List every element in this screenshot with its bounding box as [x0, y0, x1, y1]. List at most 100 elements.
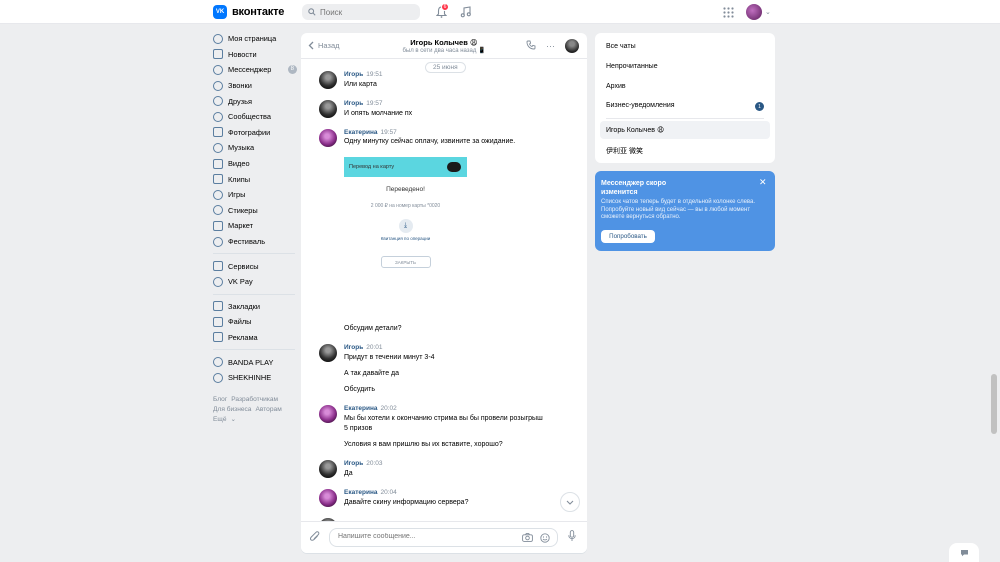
ads-icon: [213, 332, 223, 343]
avatar[interactable]: [319, 460, 337, 478]
message-icon: [213, 64, 223, 75]
avatar[interactable]: [319, 344, 337, 362]
footer-authors-link[interactable]: Авторам: [255, 406, 281, 413]
scroll-down-button[interactable]: [560, 492, 580, 512]
message-time: 19:57: [380, 129, 397, 136]
clips-icon: [213, 174, 223, 185]
nav-friends[interactable]: Друзья: [213, 93, 297, 109]
nav-banda-play[interactable]: BANDA PLAY: [213, 354, 297, 370]
footer-blog-link[interactable]: Блог: [213, 396, 227, 403]
chat-header: Назад Игорь Колычев 😩 был в сети два час…: [301, 33, 587, 59]
nav-vkpay[interactable]: VK Pay: [213, 274, 297, 290]
chat-bubble-icon[interactable]: [949, 543, 979, 562]
receipt-header: Перевод на карту: [344, 157, 467, 177]
music-note-icon[interactable]: [458, 5, 472, 19]
search-input[interactable]: [320, 7, 410, 17]
filter-all-chats[interactable]: Все чаты: [606, 43, 636, 50]
message-author[interactable]: Екатерина: [344, 405, 378, 412]
chat-header-actions: ···: [526, 39, 579, 53]
message-time: 20:02: [380, 405, 397, 412]
nav-photos[interactable]: Фотографии: [213, 125, 297, 141]
chat-list-item[interactable]: 伊利亚 微笑: [606, 146, 643, 156]
nav-bookmarks[interactable]: Закладки: [213, 299, 297, 315]
microphone-icon[interactable]: [568, 530, 576, 545]
page-scrollbar[interactable]: [991, 374, 997, 434]
message-author[interactable]: Игорь: [344, 460, 363, 467]
nav-music[interactable]: Музыка: [213, 140, 297, 156]
peer-avatar[interactable]: [565, 39, 579, 53]
close-icon[interactable]: ✕: [759, 177, 767, 188]
panel-divider: [606, 118, 764, 119]
paperclip-icon[interactable]: [310, 531, 320, 546]
community-icon: [213, 372, 223, 383]
message-time: 20:03: [366, 460, 383, 467]
chat-panel: Назад Игорь Колычев 😩 был в сети два час…: [301, 33, 587, 553]
filter-unread[interactable]: Непрочитанные: [606, 63, 658, 70]
chevron-down-icon[interactable]: ⌄: [765, 8, 771, 16]
nav-festival[interactable]: Фестиваль: [213, 234, 297, 250]
message-author[interactable]: Игорь: [344, 71, 363, 78]
nav-my-page[interactable]: Моя страница: [213, 31, 297, 47]
more-dots-icon[interactable]: ···: [546, 41, 555, 51]
vk-logo[interactable]: VK вконтакте: [213, 5, 284, 19]
avatar[interactable]: [319, 405, 337, 423]
message-text: Да: [344, 470, 353, 477]
payment-receipt-image[interactable]: Перевод на карту Переведено! 2 000 ₽ на …: [344, 157, 467, 268]
nav-communities[interactable]: Сообщества: [213, 109, 297, 125]
nav-market[interactable]: Маркет: [213, 218, 297, 234]
message-time: 20:04: [380, 489, 397, 496]
avatar[interactable]: [319, 100, 337, 118]
festival-icon: [213, 236, 223, 247]
avatar[interactable]: [319, 129, 337, 147]
chevron-down-icon: [566, 500, 574, 505]
nav-calls[interactable]: Звонки: [213, 78, 297, 94]
nav-messenger[interactable]: Мессенджер 8: [213, 62, 297, 78]
avatar[interactable]: [319, 489, 337, 507]
footer-business-link[interactable]: Для бизнеса: [213, 406, 251, 413]
nav-shekhinhe[interactable]: SHEKHINHE: [213, 370, 297, 386]
nav-ads[interactable]: Реклама: [213, 330, 297, 346]
nav-clips[interactable]: Клипы: [213, 171, 297, 187]
message-input-box[interactable]: [329, 528, 558, 547]
chevron-down-icon: ⌄: [230, 416, 237, 424]
nav-video[interactable]: Видео: [213, 156, 297, 172]
message-text: Одну минутку сейчас оплачу, извините за …: [344, 138, 516, 145]
promo-text: Список чатов теперь будет в отдельной ко…: [601, 199, 756, 220]
chat-filter-panel: Все чаты Непрочитанные Архив Бизнес-увед…: [595, 33, 775, 163]
nav-services[interactable]: Сервисы: [213, 258, 297, 274]
download-icon: ⤓: [398, 219, 413, 233]
music-icon: [213, 142, 223, 153]
search-box[interactable]: [302, 4, 420, 20]
camera-icon[interactable]: [522, 533, 533, 544]
bookmark-icon: [213, 301, 223, 312]
footer-dev-link[interactable]: Разработчикам: [231, 396, 278, 403]
filter-business-notifications[interactable]: Бизнес-уведомления: [606, 102, 675, 109]
filter-archive[interactable]: Архив: [606, 83, 626, 90]
communities-icon: [213, 111, 223, 122]
vk-logo-mark: VK: [213, 5, 227, 19]
avatar[interactable]: [319, 71, 337, 89]
nav-games[interactable]: Игры: [213, 187, 297, 203]
phone-call-icon[interactable]: [526, 40, 536, 52]
notifications-badge: 6: [441, 3, 449, 11]
message-text: Или карта: [344, 81, 377, 88]
promo-title: Мессенджер скоро изменится: [601, 180, 667, 196]
smile-icon[interactable]: [540, 533, 550, 545]
nav-stickers[interactable]: Стикеры: [213, 203, 297, 219]
video-icon: [213, 158, 223, 169]
file-icon: [213, 316, 223, 327]
message-input[interactable]: [338, 533, 508, 540]
news-icon: [213, 49, 223, 60]
message-time: 19:51: [366, 71, 383, 78]
message-author[interactable]: Игорь: [344, 344, 363, 351]
nav-files[interactable]: Файлы: [213, 314, 297, 330]
message-author[interactable]: Екатерина: [344, 489, 378, 496]
nav-news[interactable]: Новости: [213, 47, 297, 63]
user-avatar[interactable]: [746, 4, 762, 20]
message-author[interactable]: Игорь: [344, 100, 363, 107]
message-author[interactable]: Екатерина: [344, 129, 378, 136]
try-button[interactable]: Попробовать: [601, 230, 655, 243]
footer-more-link[interactable]: Ещё: [213, 416, 227, 423]
apps-grid-icon[interactable]: [721, 5, 735, 19]
chat-list-item[interactable]: Игорь Колычев 😩: [606, 126, 664, 134]
